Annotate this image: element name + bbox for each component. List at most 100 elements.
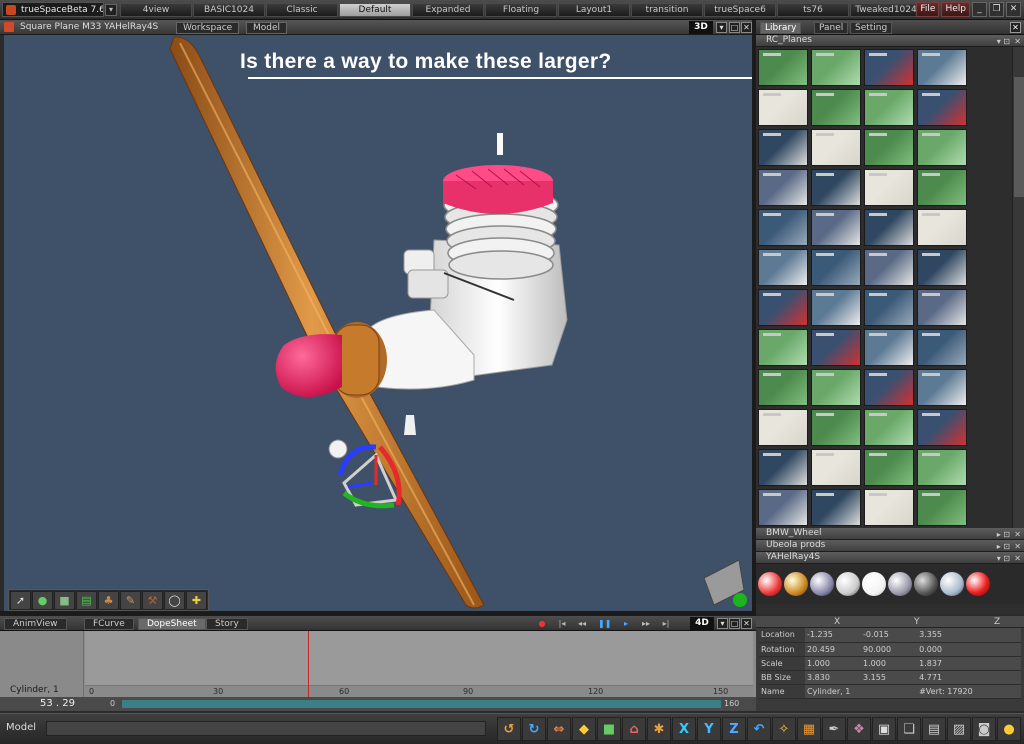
minimize-icon[interactable]: ▾ xyxy=(717,618,728,629)
object-icon[interactable]: ◆ xyxy=(572,717,596,741)
library-thumbnail[interactable] xyxy=(917,489,967,526)
close-icon[interactable]: ✕ xyxy=(1014,553,1021,564)
axis-x-icon[interactable]: X xyxy=(672,717,696,741)
close-icon[interactable]: ✕ xyxy=(1014,529,1021,540)
keyframe-track[interactable] xyxy=(85,631,753,688)
library-thumbnail[interactable] xyxy=(811,329,861,366)
frame-range-bar[interactable] xyxy=(122,700,721,708)
app-title-box[interactable]: trueSpaceBeta 7.6 xyxy=(2,2,104,17)
step-back-icon[interactable]: ◂◂ xyxy=(576,618,588,629)
library-thumbnail[interactable] xyxy=(864,409,914,446)
material-swatch[interactable] xyxy=(888,572,912,596)
minimize-icon[interactable]: ▾ xyxy=(716,22,727,33)
maximize-icon[interactable]: □ xyxy=(729,618,740,629)
material-swatch[interactable] xyxy=(810,572,834,596)
library-section-ubeola-prods[interactable]: Ubeola prods ▸ ⊡ ✕ xyxy=(756,540,1024,552)
layout-tab-transition[interactable]: transition xyxy=(631,3,703,17)
paint-icon[interactable]: ✎ xyxy=(120,591,141,610)
library-thumbnail[interactable] xyxy=(917,289,967,326)
tab-setting[interactable]: Setting xyxy=(850,22,893,34)
library-thumbnail[interactable] xyxy=(758,409,808,446)
library-thumbnail[interactable] xyxy=(917,169,967,206)
axis-y-icon[interactable]: Y xyxy=(697,717,721,741)
save-icon[interactable]: ▣ xyxy=(872,717,896,741)
scale-x[interactable]: 1.000 xyxy=(805,656,862,671)
current-frame[interactable]: 53 . 29 xyxy=(40,698,75,709)
library-thumbnail[interactable] xyxy=(917,209,967,246)
camera-widget[interactable] xyxy=(404,415,416,435)
cube-icon[interactable]: ■ xyxy=(54,591,75,610)
library-thumbnail[interactable] xyxy=(811,169,861,206)
library-thumbnail[interactable] xyxy=(864,169,914,206)
group-icon[interactable]: ♣ xyxy=(98,591,119,610)
section-controls-icon[interactable]: ▸ ⊡ xyxy=(997,529,1010,540)
add-tool-icon[interactable]: ✚ xyxy=(186,591,207,610)
tab-workspace[interactable]: Workspace xyxy=(176,22,240,34)
record-icon[interactable]: ● xyxy=(536,618,548,629)
chevron-down-icon[interactable]: ▾ xyxy=(105,4,117,16)
minimize-icon[interactable]: _ xyxy=(972,2,987,17)
copy-icon[interactable]: ❏ xyxy=(897,717,921,741)
lock-icon[interactable]: ● xyxy=(997,717,1021,741)
library-thumbnail[interactable] xyxy=(917,409,967,446)
move-icon[interactable]: ↺ xyxy=(497,717,521,741)
tab-panel[interactable]: Panel xyxy=(814,22,849,34)
library-thumbnail[interactable] xyxy=(811,409,861,446)
library-thumbnail[interactable] xyxy=(811,129,861,166)
tab-library[interactable]: Library xyxy=(760,22,802,34)
library-thumbnail[interactable] xyxy=(758,49,808,86)
layout-tab-4view[interactable]: 4view xyxy=(120,3,192,17)
view-mode-badge[interactable]: 3D xyxy=(689,21,713,34)
library-thumbnail[interactable] xyxy=(811,489,861,526)
library-thumbnail[interactable] xyxy=(917,449,967,486)
material-swatch[interactable] xyxy=(940,572,964,596)
library-thumbnail[interactable] xyxy=(864,129,914,166)
box-icon[interactable]: ▦ xyxy=(797,717,821,741)
pen-icon[interactable]: ✒ xyxy=(822,717,846,741)
section-controls-icon[interactable]: ▾ ⊡ xyxy=(997,36,1010,47)
pause-icon[interactable]: ❚❚ xyxy=(598,618,611,629)
library-thumbnail[interactable] xyxy=(864,209,914,246)
close-icon[interactable]: ✕ xyxy=(1006,2,1021,17)
library-thumbnail[interactable] xyxy=(758,249,808,286)
home-icon[interactable]: ⌂ xyxy=(622,717,646,741)
close-icon[interactable]: ✕ xyxy=(741,618,752,629)
library-thumbnail[interactable] xyxy=(758,329,808,366)
select-icon[interactable]: ➚ xyxy=(10,591,31,610)
section-controls-icon[interactable]: ▾ ⊡ xyxy=(997,553,1010,564)
scrollbar[interactable] xyxy=(1012,47,1024,528)
library-thumbnail[interactable] xyxy=(758,449,808,486)
library-thumbnail[interactable] xyxy=(758,289,808,326)
tab-dopesheet[interactable]: DopeSheet xyxy=(138,618,206,630)
cube-icon[interactable]: ■ xyxy=(597,717,621,741)
rotation-y[interactable]: 90.000 xyxy=(861,642,918,657)
stack-icon[interactable]: ▤ xyxy=(76,591,97,610)
layout-tab-layout1[interactable]: Layout1 xyxy=(558,3,630,17)
play-icon[interactable]: ▸ xyxy=(620,618,632,629)
current-frame-marker[interactable] xyxy=(308,631,309,697)
puzzle-icon[interactable]: ✧ xyxy=(772,717,796,741)
library-thumbnail[interactable] xyxy=(811,289,861,326)
rotate-icon[interactable]: ↻ xyxy=(522,717,546,741)
tab-story[interactable]: Story xyxy=(206,618,248,630)
layout-tab-basic1024[interactable]: BASIC1024 xyxy=(193,3,265,17)
library-thumbnail[interactable] xyxy=(917,249,967,286)
tab-model[interactable]: Model xyxy=(246,22,288,34)
library-thumbnail[interactable] xyxy=(758,369,808,406)
library-thumbnail[interactable] xyxy=(864,329,914,366)
bbsize-y[interactable]: 3.155 xyxy=(861,670,918,685)
library-thumbnail[interactable] xyxy=(758,169,808,206)
library-section-yahelray[interactable]: YAHelRay4S ▾ ⊡ ✕ xyxy=(756,552,1024,564)
library-thumbnail[interactable] xyxy=(917,49,967,86)
library-thumbnail[interactable] xyxy=(917,329,967,366)
material-swatch[interactable] xyxy=(862,572,886,596)
layout-tab-truespace6[interactable]: trueSpace6 xyxy=(704,3,776,17)
close-icon[interactable]: ✕ xyxy=(1014,541,1021,552)
close-icon[interactable]: ✕ xyxy=(1014,36,1021,47)
view-cube-icon[interactable] xyxy=(703,559,747,607)
go-start-icon[interactable]: |◂ xyxy=(556,618,568,629)
library-thumbnail[interactable] xyxy=(864,449,914,486)
tab-animview[interactable]: AnimView xyxy=(4,618,67,630)
scale-icon[interactable]: ⇔ xyxy=(547,717,571,741)
go-end-icon[interactable]: ▸| xyxy=(660,618,672,629)
